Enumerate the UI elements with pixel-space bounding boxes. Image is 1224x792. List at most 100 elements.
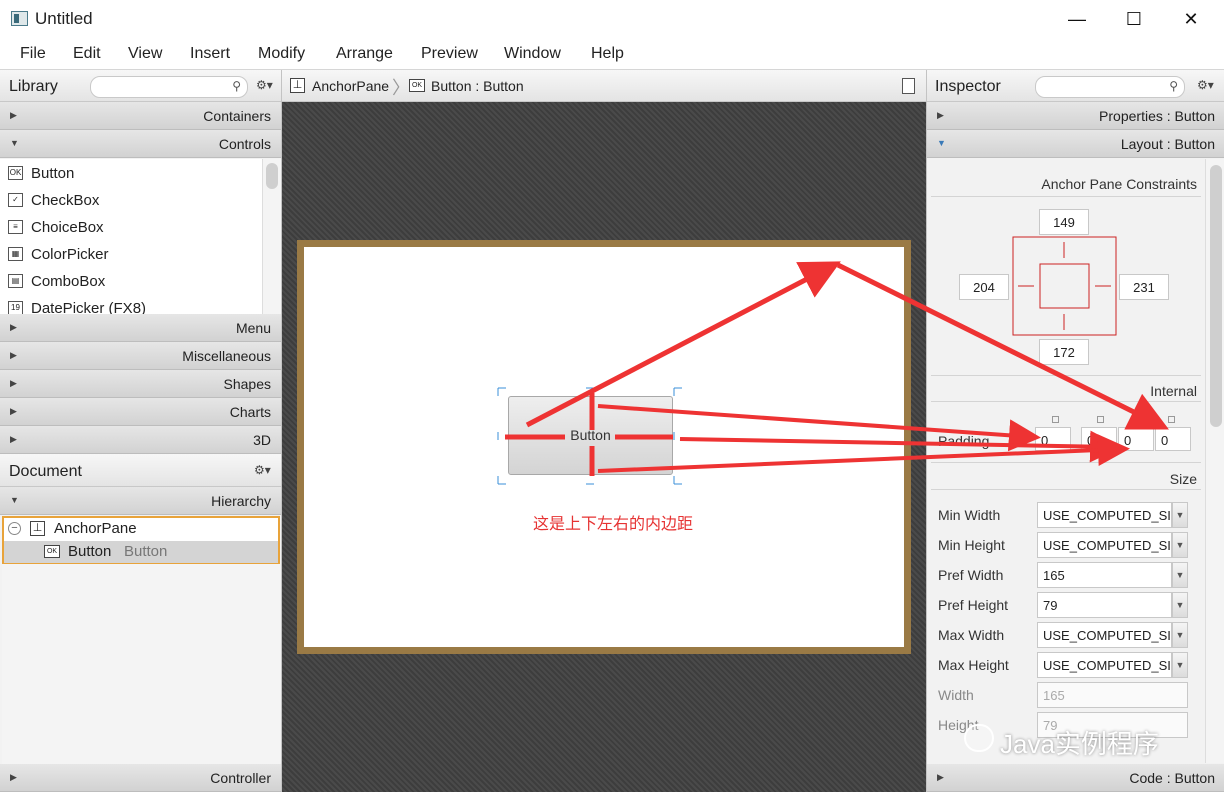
section-label: Controls — [218, 136, 271, 152]
scrollbar-thumb[interactable] — [1210, 165, 1222, 427]
menu-modify[interactable]: Modify — [258, 45, 305, 63]
library-settings-icon[interactable]: ⚙▾ — [256, 78, 273, 92]
dropdown-arrow-icon[interactable]: ▼ — [1172, 562, 1188, 588]
divider — [931, 375, 1201, 376]
anchor-top-field[interactable]: 149 — [1039, 209, 1089, 235]
padding-link-icon[interactable] — [1052, 416, 1059, 423]
size-row-pref-width: Pref Width 165 ▼ — [927, 562, 1205, 588]
section-code[interactable]: ▶ Code : Button — [927, 764, 1224, 792]
section-controller[interactable]: ▶ Controller — [0, 764, 281, 792]
section-controls[interactable]: ▼ Controls — [0, 130, 281, 158]
button-node-icon: OK — [44, 545, 60, 558]
dropdown-arrow-icon[interactable]: ▼ — [1172, 592, 1188, 618]
padding-bottom-field[interactable]: 0 — [1118, 427, 1154, 451]
menu-help[interactable]: Help — [591, 45, 624, 63]
size-row-label: Min Width — [938, 507, 1001, 523]
library-item-choicebox[interactable]: ≡ ChoiceBox — [0, 214, 262, 241]
padding-top-field[interactable]: 0 — [1035, 427, 1071, 451]
dropdown-arrow-icon[interactable]: ▼ — [1172, 532, 1188, 558]
inspector-scrollbar[interactable] — [1205, 159, 1224, 763]
padding-left-field[interactable]: 0 — [1155, 427, 1191, 451]
dropdown-arrow-icon[interactable]: ▼ — [1172, 502, 1188, 528]
size-row-field[interactable]: USE_COMPUTED_SIZE — [1037, 502, 1172, 528]
divider — [931, 462, 1201, 463]
library-scrollbar[interactable] — [262, 159, 281, 315]
inspector-search-input[interactable]: ⚲ — [1035, 76, 1185, 98]
section-charts[interactable]: ▶ Charts — [0, 398, 281, 426]
section-3d[interactable]: ▶ 3D — [0, 426, 281, 454]
choicebox-control-icon: ≡ — [8, 220, 23, 234]
dropdown-arrow-icon[interactable]: ▼ — [1172, 622, 1188, 648]
section-shapes[interactable]: ▶ Shapes — [0, 370, 281, 398]
menu-edit[interactable]: Edit — [73, 45, 101, 63]
document-icon[interactable] — [902, 78, 915, 94]
maximize-button[interactable]: ☐ — [1107, 0, 1161, 38]
anchor-bottom-field[interactable]: 172 — [1039, 339, 1089, 365]
collapsed-triangle-icon: ▶ — [10, 406, 17, 416]
library-item-datepicker[interactable]: 19 DatePicker (FX8) — [0, 295, 262, 315]
tree-node-anchorpane[interactable]: − ⊥ AnchorPane — [4, 518, 278, 540]
anchor-right-field[interactable]: 231 — [1119, 274, 1169, 300]
menu-preview[interactable]: Preview — [421, 45, 478, 63]
document-settings-icon[interactable]: ⚙▾ — [254, 463, 271, 477]
anchor-left-field[interactable]: 204 — [959, 274, 1009, 300]
anchor-pane[interactable]: Button 这是上下左右的内边距 — [297, 240, 911, 654]
library-header: Library ⚲ ⚙▾ — [0, 70, 281, 102]
padding-link-icon[interactable] — [1097, 416, 1104, 423]
library-item-label: ColorPicker — [31, 246, 109, 263]
menu-arrange[interactable]: Arrange — [336, 45, 393, 63]
close-button[interactable]: ✕ — [1164, 0, 1218, 38]
size-row-label: Max Width — [938, 627, 1005, 643]
section-miscellaneous[interactable]: ▶ Miscellaneous — [0, 342, 281, 370]
library-item-label: Button — [31, 165, 75, 182]
design-canvas[interactable]: Button 这是上下左右的内边距 — [282, 102, 926, 792]
document-header: Document ⚙▾ — [0, 454, 281, 487]
inspector-settings-icon[interactable]: ⚙▾ — [1197, 78, 1214, 92]
menu-file[interactable]: File — [20, 45, 46, 63]
section-menu[interactable]: ▶ Menu — [0, 314, 281, 342]
breadcrumb-bar: ⊥ AnchorPane 〉 OK Button : Button — [282, 70, 926, 102]
checkbox-control-icon: ✓ — [8, 193, 23, 207]
size-row-label: Max Height — [938, 657, 1009, 673]
menu-window[interactable]: Window — [504, 45, 561, 63]
collapsed-triangle-icon: ▶ — [10, 434, 17, 444]
library-item-colorpicker[interactable]: ▦ ColorPicker — [0, 241, 262, 268]
padding-link-icon[interactable] — [1168, 416, 1175, 423]
collapse-icon[interactable]: − — [8, 522, 21, 535]
section-hierarchy[interactable]: ▼ Hierarchy — [0, 487, 281, 515]
library-item-button[interactable]: OK Button — [0, 160, 262, 187]
section-properties[interactable]: ▶ Properties : Button — [927, 102, 1224, 130]
scrollbar-thumb[interactable] — [266, 163, 278, 189]
padding-link-icon[interactable] — [1132, 416, 1139, 423]
section-containers[interactable]: ▶ Containers — [0, 102, 281, 130]
dropdown-arrow-icon[interactable]: ▼ — [1172, 652, 1188, 678]
library-search-input[interactable]: ⚲ — [90, 76, 248, 98]
size-row-field[interactable]: 165 — [1037, 562, 1172, 588]
breadcrumb-button[interactable]: Button : Button — [431, 78, 524, 94]
size-row-width: Width 165 — [927, 682, 1205, 708]
size-row-field[interactable]: 79 — [1037, 592, 1172, 618]
padding-label: Padding — [938, 433, 990, 449]
section-layout[interactable]: ▼ Layout : Button — [927, 130, 1224, 158]
minimize-button[interactable]: — — [1050, 0, 1104, 38]
size-row-field[interactable]: USE_COMPUTED_SIZE — [1037, 532, 1172, 558]
breadcrumb-separator-icon: 〉 — [392, 78, 410, 98]
library-item-label: ChoiceBox — [31, 219, 104, 236]
tree-node-button[interactable]: OK Button Button — [4, 541, 278, 563]
hierarchy-empty-area — [2, 564, 280, 764]
library-item-label: ComboBox — [31, 273, 106, 290]
size-row-field[interactable]: USE_COMPUTED_SIZE — [1037, 652, 1172, 678]
left-panel: Library ⚲ ⚙▾ ▶ Containers ▼ Controls OK … — [0, 70, 282, 792]
size-row-pref-height: Pref Height 79 ▼ — [927, 592, 1205, 618]
padding-right-field[interactable]: 0 — [1081, 427, 1117, 451]
design-button[interactable]: Button — [508, 396, 673, 475]
menu-insert[interactable]: Insert — [190, 45, 230, 63]
library-item-combobox[interactable]: ▤ ComboBox — [0, 268, 262, 295]
size-heading: Size — [1169, 471, 1197, 487]
library-item-checkbox[interactable]: ✓ CheckBox — [0, 187, 262, 214]
size-row-label: Pref Height — [938, 597, 1009, 613]
breadcrumb-anchorpane[interactable]: AnchorPane — [312, 78, 389, 94]
size-row-field[interactable]: USE_COMPUTED_SIZE — [1037, 622, 1172, 648]
section-label: Shapes — [223, 376, 271, 392]
menu-view[interactable]: View — [128, 45, 162, 63]
